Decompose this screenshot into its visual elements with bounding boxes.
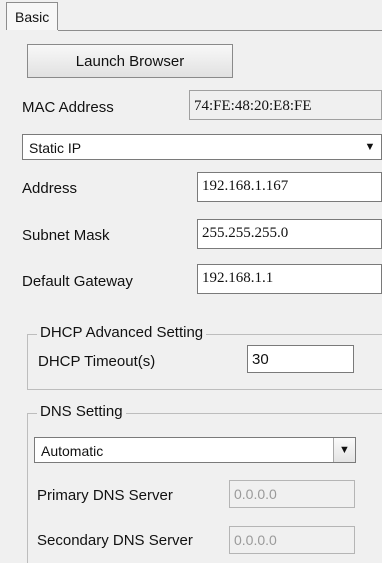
default-gateway-label: Default Gateway [22, 273, 133, 290]
dns-setting-legend: DNS Setting [37, 403, 126, 420]
secondary-dns-input[interactable]: 0.0.0.0 [229, 526, 355, 554]
dhcp-timeout-value: 30 [252, 351, 269, 368]
ip-mode-select[interactable]: Static IP ▼ [22, 134, 382, 160]
launch-browser-button[interactable]: Launch Browser [27, 44, 233, 78]
tab-basic-label: Basic [15, 9, 50, 25]
chevron-down-icon[interactable]: ▼ [333, 438, 355, 462]
primary-dns-label: Primary DNS Server [37, 487, 173, 504]
dns-mode-value: Automatic [41, 443, 104, 459]
default-gateway-value: 192.168.1.1 [202, 270, 274, 286]
chevron-down-icon[interactable]: ▼ [359, 135, 381, 159]
mac-address-label: MAC Address [22, 99, 114, 116]
address-input[interactable]: 192.168.1.167 [197, 172, 382, 202]
primary-dns-value: 0.0.0.0 [234, 486, 277, 502]
tab-divider [58, 30, 382, 31]
subnet-mask-value: 255.255.255.0 [202, 225, 289, 241]
mac-address-value: 74:FE:48:20:E8:FE [194, 98, 312, 114]
launch-browser-label: Launch Browser [75, 52, 185, 70]
tab-basic[interactable]: Basic [6, 2, 58, 30]
secondary-dns-label: Secondary DNS Server [37, 532, 193, 549]
dhcp-advanced-legend: DHCP Advanced Setting [37, 324, 207, 341]
dns-mode-select[interactable]: Automatic ▼ [34, 437, 356, 463]
address-label: Address [22, 180, 78, 197]
default-gateway-input[interactable]: 192.168.1.1 [197, 264, 382, 294]
dhcp-timeout-input[interactable]: 30 [247, 345, 354, 373]
mac-address-field: 74:FE:48:20:E8:FE [189, 90, 382, 120]
ip-mode-value: Static IP [29, 140, 82, 156]
primary-dns-input[interactable]: 0.0.0.0 [229, 480, 355, 508]
subnet-mask-label: Subnet Mask [22, 227, 110, 244]
address-value: 192.168.1.167 [202, 178, 289, 194]
dhcp-timeout-label: DHCP Timeout(s) [38, 353, 156, 370]
secondary-dns-value: 0.0.0.0 [234, 532, 277, 548]
subnet-mask-input[interactable]: 255.255.255.0 [197, 219, 382, 249]
